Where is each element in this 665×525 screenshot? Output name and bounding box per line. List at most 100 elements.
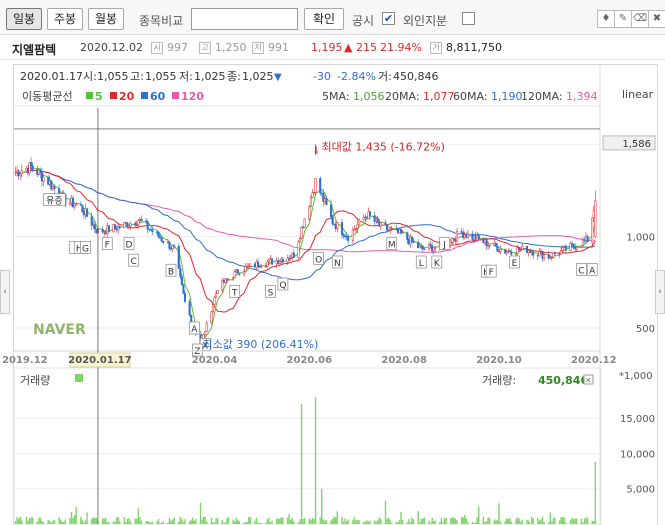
volume-bar: [432, 520, 435, 524]
volume-bar: [422, 518, 424, 524]
candle-body: [572, 243, 575, 248]
volume-legend-label: 거래량: [20, 374, 50, 387]
volume-bar: [389, 520, 391, 524]
volume-bar: [114, 521, 116, 524]
volume-bar: [504, 521, 506, 524]
volume-bar: [232, 519, 234, 524]
candle-body: [90, 216, 93, 226]
volume-bar: [417, 511, 419, 524]
volume-bar: [213, 522, 216, 524]
stock-chart-canvas[interactable]: 2020.01.17 시: 1,055 고: 1,055 저: 1,025 종:…: [0, 0, 665, 525]
candle-body: [560, 249, 563, 255]
naver-logo: NAVER: [33, 322, 86, 338]
volume-bar: [146, 521, 149, 524]
volume-bar: [226, 518, 228, 524]
volume-bar: [69, 518, 71, 524]
volume-bar: [204, 516, 206, 524]
volume-bar: [260, 522, 262, 524]
date-tick-label: 2019.12: [2, 355, 48, 366]
volume-bar: [117, 517, 119, 524]
volume-bar: [162, 521, 164, 524]
volume-bar: [148, 521, 150, 524]
candle-body: [162, 240, 165, 243]
volume-bar: [377, 520, 379, 524]
volume-bar: [311, 518, 314, 524]
volume-bars: [14, 397, 597, 524]
volume-bar: [450, 518, 452, 524]
volume-bar: [170, 520, 172, 524]
volume-bar: [221, 519, 223, 524]
candle-body: [75, 204, 78, 206]
candle-body: [244, 266, 247, 272]
volume-bar: [541, 516, 544, 524]
legend-volume: 450,846: [393, 70, 439, 83]
volume-bar: [63, 521, 65, 524]
volume-bar: [95, 517, 98, 524]
volume-bar: [243, 522, 245, 524]
volume-bar: [310, 519, 312, 524]
volume-bar: [108, 521, 110, 524]
volume-bar: [178, 521, 180, 524]
ma-legend-swatch-60: [141, 92, 148, 99]
volume-bar: [31, 517, 34, 524]
volume-bar: [279, 518, 281, 524]
volume-bar: [549, 512, 551, 524]
volume-bar: [391, 522, 393, 524]
gongsi-marker-label: O: [315, 255, 322, 265]
volume-bar: [423, 517, 426, 524]
volume-bar: [206, 521, 208, 524]
volume-bar: [21, 520, 23, 524]
volume-bar: [302, 518, 304, 524]
candle-body: [340, 222, 344, 235]
volume-bar: [140, 520, 143, 524]
candle-body: [215, 293, 218, 299]
gongsi-marker-label: F: [489, 268, 494, 278]
volume-bar: [36, 521, 39, 524]
date-tick-label: 2020.08: [381, 355, 427, 366]
volume-bar: [453, 517, 455, 524]
gongsi-markers: 유증IHGFDCBAXZTSQONMLKJHFECA: [43, 193, 598, 357]
volume-bar: [537, 518, 539, 524]
volume-bar: [83, 522, 85, 524]
scale-mode[interactable]: linear: [622, 88, 654, 101]
volume-bar: [58, 516, 60, 524]
price-annotations: ↓ 최대값 1,435 (-16.72%) 최소값 390 (206.41%): [203, 141, 445, 352]
price-tick-label: 500: [636, 324, 655, 335]
candle-body: [455, 231, 459, 242]
volume-bar: [540, 519, 542, 524]
volume-bar: [471, 521, 474, 524]
volume-bar: [303, 517, 306, 524]
volume-bar: [248, 516, 250, 524]
volume-bar: [300, 404, 303, 524]
max-arrow-head: ↓: [313, 147, 321, 157]
volume-bar: [258, 522, 261, 524]
volume-bar: [269, 522, 272, 524]
volume-bar: [224, 522, 227, 524]
volume-bar: [202, 517, 205, 524]
candle-body: [270, 258, 274, 265]
volume-bar: [445, 517, 447, 524]
volume-bar: [103, 518, 105, 524]
volume-bar: [313, 518, 315, 524]
volume-bar: [367, 521, 370, 524]
volume-value-label: 거래량:: [482, 374, 516, 387]
volume-bar: [234, 521, 236, 524]
volume-bar: [167, 522, 169, 524]
volume-bar: [456, 520, 458, 524]
volume-bar: [507, 518, 509, 524]
volume-bar: [216, 518, 219, 524]
candle-body: [449, 242, 452, 246]
gongsi-marker-label: B: [168, 267, 174, 277]
price-tick-label: 1,000: [626, 232, 655, 243]
candle-body: [494, 242, 497, 247]
volume-bar: [50, 522, 53, 524]
volume-bar: [94, 517, 96, 524]
candle-body: [410, 236, 413, 243]
volume-bar: [325, 520, 328, 524]
volume-bar: [139, 517, 141, 524]
volume-value: 450,846: [538, 374, 588, 387]
candle-body: [499, 248, 502, 252]
price-y-axis: 5001,0001,5001,586: [602, 135, 656, 335]
volume-bar: [188, 521, 191, 524]
volume-bar: [474, 522, 477, 524]
